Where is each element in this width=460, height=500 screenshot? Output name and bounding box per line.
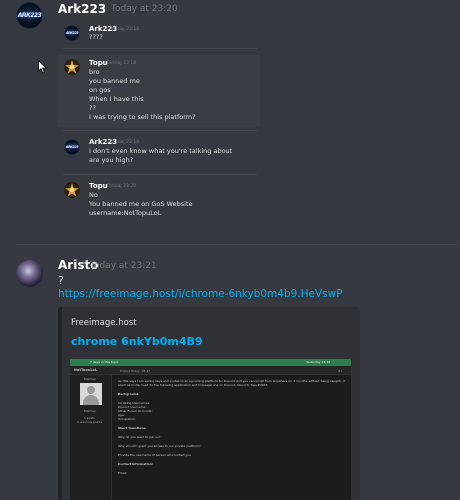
quoted-line: you banned me (89, 77, 140, 85)
quoted-timestamp: Dzisiaj 23:18 (107, 61, 137, 66)
quoted-line: ?? (89, 104, 96, 112)
quoted-timestamp: Dzisiaj 23:18 (110, 27, 140, 32)
inner-user-panel: Member Member 1 posts 1 warning points (70, 375, 112, 500)
quoted-line: on gos (89, 86, 111, 94)
quoted-line: I don't even know what you're talking ab… (89, 147, 233, 155)
quoted-divider (63, 130, 257, 131)
inner-post-body: As title says I am selling keys and invi… (118, 379, 346, 475)
quoted-timestamp: Dzisiaj 23:19 (110, 140, 140, 145)
inner-post-header: NotTopuLoL Posted Today, 08:17 #1 (70, 366, 351, 375)
ark223-username[interactable]: Ark223 (58, 2, 106, 16)
quoted-topu-avatar (64, 59, 80, 75)
message-text: ? (58, 274, 64, 287)
quoted-ark223-avatar: ARK223 (64, 25, 80, 41)
quoted-author: Topu (89, 182, 108, 190)
message-timestamp: Today at 23:21 (90, 261, 157, 271)
quoted-line: ???? (89, 33, 103, 41)
quoted-line: You banned me on GoS Website (89, 200, 193, 208)
quoted-line: No (89, 191, 98, 199)
message-divider (16, 244, 460, 245)
quoted-topu-avatar (64, 182, 80, 198)
quoted-line: When I have this (89, 95, 144, 103)
quoted-timestamp: Dzisiaj 23:20 (107, 184, 137, 189)
link-embed: Freeimage.host chrome 6nkYb0m4B9 7 days … (58, 307, 360, 500)
mouse-cursor-icon (38, 60, 47, 74)
inner-topbar: 7 days in this topic Yesterday 23:22 (70, 359, 351, 366)
quoted-divider (63, 48, 257, 49)
quoted-line: I was trying to sell this platform? (89, 113, 196, 121)
inner-user-avatar (80, 383, 102, 405)
aristo-avatar[interactable] (16, 260, 43, 287)
embed-image[interactable]: 7 days in this topic Yesterday 23:22 Not… (70, 359, 351, 500)
quoted-divider (63, 174, 257, 175)
embed-provider[interactable]: Freeimage.host (71, 318, 137, 328)
message-timestamp: Today at 23:20 (111, 4, 178, 14)
ark223-avatar[interactable]: ARK223 (16, 2, 43, 29)
quoted-screenshot: ARK223 Ark223 Dzisiaj 23:18 ???? Topu Dz… (58, 20, 260, 230)
message-link[interactable]: https://freeimage.host/i/chrome-6nkyb0m4… (58, 288, 343, 300)
quoted-ark223-avatar: ARK223 (64, 139, 80, 155)
quoted-line: username:NotTopuLoL (89, 209, 162, 217)
quoted-author: Topu (89, 59, 108, 67)
quoted-line: bro (89, 68, 100, 76)
embed-title[interactable]: chrome 6nkYb0m4B9 (71, 335, 203, 348)
quoted-line: are you high? (89, 156, 134, 164)
